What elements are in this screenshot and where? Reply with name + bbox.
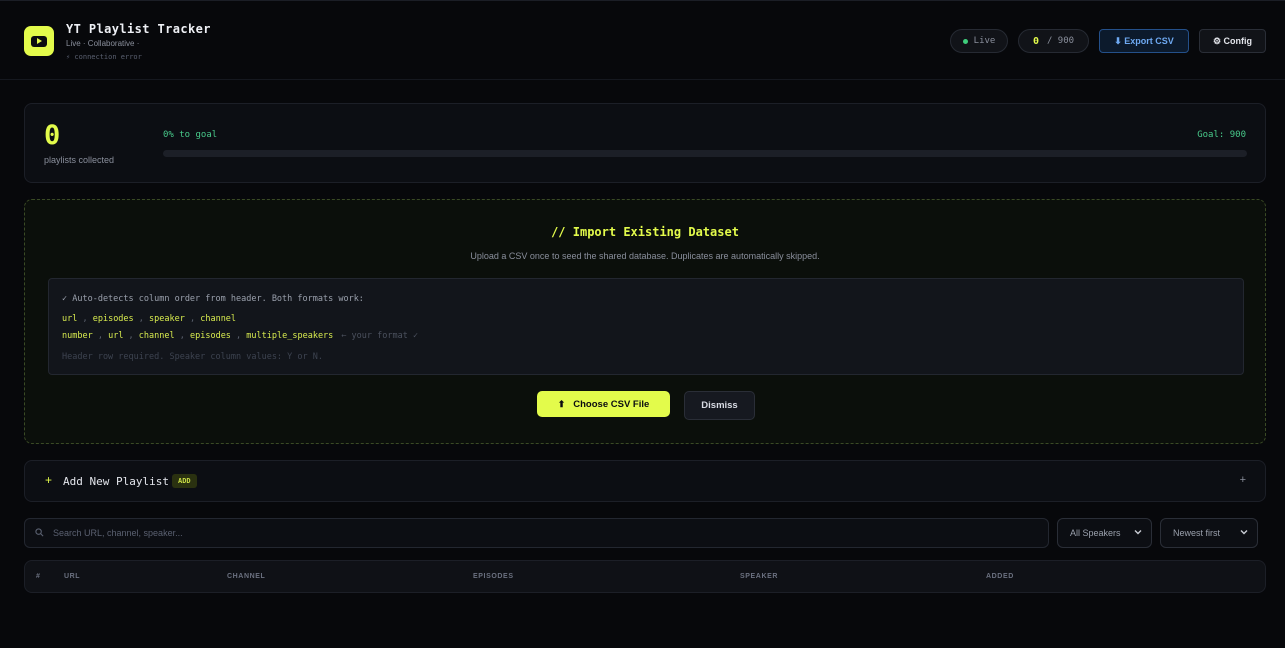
format-help-box: ✓ Auto-detects column order from header.… (48, 278, 1244, 375)
format_b-column-name: number (62, 331, 93, 341)
column-separator: , (230, 331, 247, 341)
progress-card: 0 playlists collected 0% to goal Goal: 9… (24, 103, 1266, 183)
format_b-column-name: channel (138, 331, 175, 341)
app-title: YT Playlist Tracker (66, 22, 211, 36)
format-b-columns: number , url , channel , episodes , mult… (62, 331, 418, 341)
sort-select[interactable]: Newest first (1160, 518, 1258, 548)
detect-note: ✓ Auto-detects column order from header.… (62, 294, 364, 304)
table-header: # URL CHANNEL EPISODES SPEAKER ADDED (24, 560, 1266, 593)
format_a-column-name: speaker (149, 314, 185, 324)
format-footnote: Header row required. Speaker column valu… (62, 352, 323, 362)
connection-status: ⚡ connection error (66, 53, 142, 61)
search-input[interactable] (53, 519, 1033, 547)
import-panel: // Import Existing Dataset Upload a CSV … (24, 199, 1266, 444)
column-separator: , (92, 331, 109, 341)
app-subtitle: Live · Collaborative · (66, 39, 140, 48)
column-separator: , (77, 314, 93, 324)
choose-csv-label: Choose CSV File (573, 398, 650, 410)
live-indicator: Live (950, 29, 1008, 53)
column-speaker[interactable]: SPEAKER (740, 573, 778, 580)
live-label: Live (973, 36, 996, 46)
goal-label: Goal: 900 (1197, 130, 1246, 140)
column-channel[interactable]: CHANNEL (227, 573, 265, 580)
chevron-down-icon (1240, 530, 1248, 535)
speaker-filter-select[interactable]: All Speakers (1057, 518, 1152, 548)
column-separator: , (174, 331, 190, 341)
export-csv-button[interactable]: ⬇ Export CSV (1099, 29, 1189, 53)
counter-current: 0 (1032, 35, 1039, 47)
format_b-column-name: multiple_speakers (246, 331, 334, 341)
plus-icon: + (45, 473, 53, 487)
import-title: // Import Existing Dataset (551, 225, 739, 239)
collected-label: playlists collected (44, 155, 115, 165)
counter-goal: / 900 (1046, 36, 1075, 46)
dismiss-button[interactable]: Dismiss (684, 391, 755, 420)
progress-percent: 0% to goal (163, 130, 218, 140)
format-a-columns: url , episodes , speaker , channel (62, 314, 236, 324)
choose-csv-button[interactable]: ⬆ Choose CSV File (537, 391, 670, 417)
progress-bar (163, 150, 1247, 157)
add-playlist-toggle[interactable]: + Add New Playlist ADD + (24, 460, 1266, 502)
youtube-logo-icon (24, 26, 54, 56)
column-separator: , (133, 314, 150, 324)
search-icon (35, 528, 44, 537)
format_a-column-name: episodes (92, 314, 134, 324)
search-box (24, 518, 1049, 548)
sort-value: Newest first (1173, 528, 1221, 538)
format_b-column-name: episodes (189, 331, 231, 341)
config-button[interactable]: ⚙ Config (1199, 29, 1266, 53)
upload-icon: ⬆ (557, 398, 566, 409)
column-separator: , (123, 331, 139, 341)
playlist-counter: 0 / 900 (1018, 29, 1089, 53)
column-number[interactable]: # (36, 573, 41, 580)
expand-icon[interactable]: + (1240, 474, 1246, 486)
format_a-column-name: url (62, 314, 78, 324)
chevron-down-icon (1134, 530, 1142, 535)
column-separator: , (184, 314, 201, 324)
import-description: Upload a CSV once to seed the shared dat… (470, 251, 820, 261)
add-badge: ADD (172, 474, 197, 488)
format-b-hint: ← your format ✓ (341, 331, 419, 341)
speaker-filter-value: All Speakers (1070, 528, 1121, 538)
column-episodes[interactable]: EPISODES (473, 573, 514, 580)
app-header: YT Playlist Tracker Live · Collaborative… (0, 0, 1285, 80)
column-added[interactable]: ADDED (986, 573, 1014, 580)
collected-count: 0 (44, 120, 61, 151)
add-playlist-label: Add New Playlist (63, 475, 169, 488)
column-url[interactable]: URL (64, 573, 80, 580)
format_b-column-name: url (108, 331, 124, 341)
live-dot-icon (962, 38, 968, 44)
format_a-column-name: channel (200, 314, 237, 324)
